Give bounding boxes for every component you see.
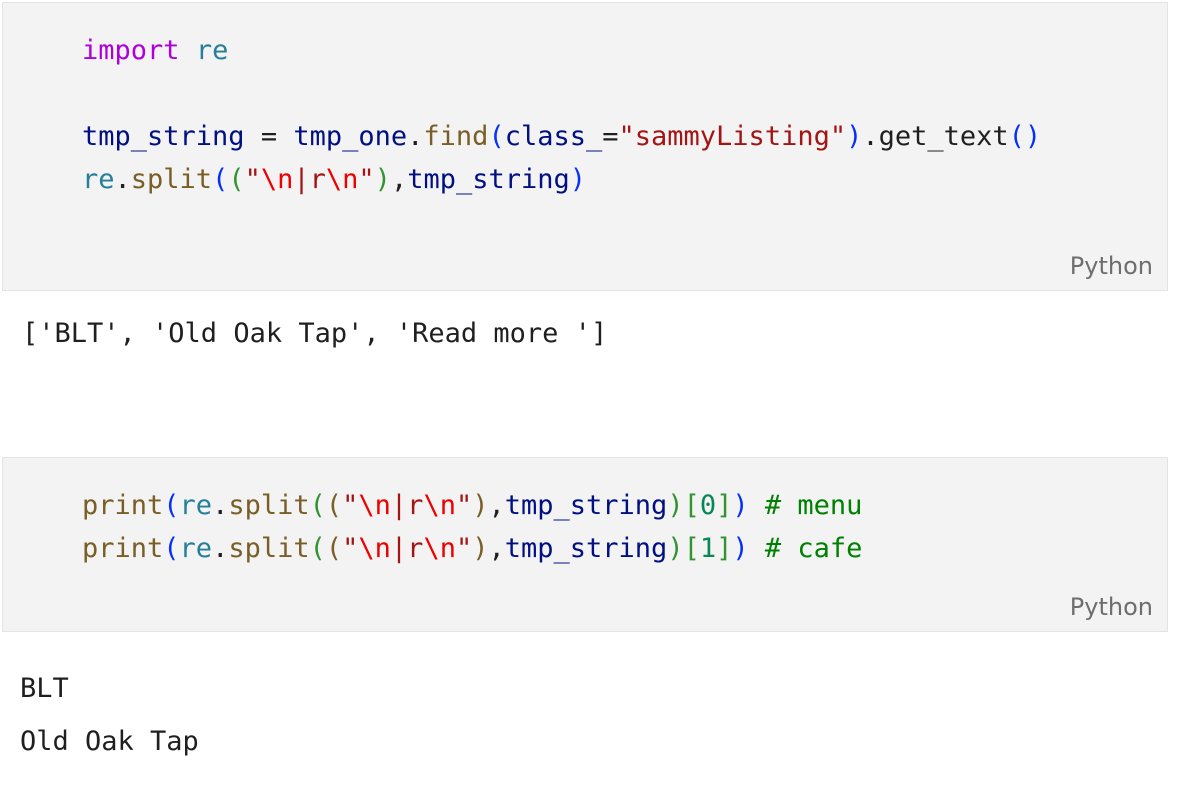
code-token: ( — [228, 164, 245, 195]
code-token: tmp_string — [82, 121, 245, 152]
code-line: tmp_string = tmp_one.find(class_="sammyL… — [82, 115, 1041, 158]
code-token: ( — [325, 533, 343, 564]
code-token: ( — [488, 121, 505, 152]
code-token: tmp_one — [293, 121, 408, 152]
code-token: () — [1008, 121, 1042, 152]
code-token: 1 — [699, 533, 717, 564]
code-token: ( — [309, 490, 326, 521]
code-token: \n — [358, 490, 391, 521]
code-token: , — [390, 164, 408, 195]
code-token: \n — [325, 164, 359, 195]
code-token: ) — [732, 490, 749, 521]
code-token: . — [862, 121, 879, 152]
code-token: ) — [846, 121, 863, 152]
code-token: " — [244, 164, 261, 195]
output-line: ['BLT', 'Old Oak Tap', 'Read more '] — [22, 318, 608, 349]
code-token: , — [488, 533, 505, 564]
code-token: re — [179, 490, 213, 521]
code-token: find — [423, 121, 489, 152]
code-token: ) — [569, 164, 587, 195]
code-token: # cafe — [764, 533, 863, 564]
code-token: [ — [683, 533, 700, 564]
code-token: tmp_string — [504, 533, 668, 564]
code-token: , — [488, 490, 505, 521]
code-line: re.split(("\n|r\n"),tmp_string) — [82, 158, 1041, 201]
code-token: ( — [212, 164, 229, 195]
code-token: re — [195, 35, 229, 66]
code-token: = — [244, 121, 294, 152]
code-token: = — [602, 121, 619, 152]
code-token: " — [455, 490, 473, 521]
code-token: import — [82, 35, 180, 66]
code-token: split — [228, 490, 310, 521]
code-token: . — [212, 490, 229, 521]
code-token: |r — [390, 533, 424, 564]
code-line: print(re.split(("\n|r\n"),tmp_string)[1]… — [82, 527, 862, 570]
cell-output: ['BLT', 'Old Oak Tap', 'Read more '] — [22, 318, 607, 349]
code-token: tmp_string — [504, 490, 668, 521]
code-token: ) — [667, 533, 684, 564]
code-token: ( — [163, 533, 180, 564]
code-token: ( — [309, 533, 326, 564]
language-label[interactable]: Python — [1070, 252, 1153, 280]
code-token: "sammyListing" — [618, 121, 847, 152]
code-token: split — [130, 164, 213, 195]
code-token: ( — [163, 490, 180, 521]
code-token: tmp_string — [407, 164, 570, 195]
code-line: import re — [82, 29, 1041, 72]
output-line: BLT — [20, 673, 69, 704]
code-editor[interactable]: import re tmp_string = tmp_one.find(clas… — [82, 29, 1041, 201]
code-token: class_ — [504, 121, 603, 152]
code-token: print — [82, 533, 164, 564]
code-token: . — [212, 533, 229, 564]
code-token: re — [82, 164, 115, 195]
code-token: \n — [260, 164, 294, 195]
code-token: ] — [716, 533, 733, 564]
cell-output: BLT Old Oak Tap — [20, 662, 199, 768]
code-token: print — [82, 490, 164, 521]
code-token: . — [114, 164, 131, 195]
code-token: ) — [472, 533, 489, 564]
code-token: # menu — [764, 490, 863, 521]
code-line: print(re.split(("\n|r\n"),tmp_string)[0]… — [82, 484, 862, 527]
code-token: re — [179, 533, 213, 564]
code-token: " — [455, 533, 473, 564]
code-token: ) — [472, 490, 489, 521]
code-token: \n — [358, 533, 391, 564]
language-label[interactable]: Python — [1070, 593, 1153, 621]
code-token: ) — [374, 164, 391, 195]
code-token: ( — [325, 490, 343, 521]
code-token: ] — [716, 490, 733, 521]
code-token: \n — [423, 490, 456, 521]
code-token: |r — [293, 164, 326, 195]
code-token: split — [228, 533, 310, 564]
code-token: ) — [667, 490, 684, 521]
output-line: Old Oak Tap — [20, 726, 199, 757]
code-editor[interactable]: print(re.split(("\n|r\n"),tmp_string)[0]… — [82, 484, 862, 570]
code-token: \n — [423, 533, 456, 564]
code-token: [ — [683, 490, 700, 521]
code-token: 0 — [699, 490, 717, 521]
code-token: " — [342, 490, 359, 521]
code-token: " — [358, 164, 375, 195]
code-token: get_text — [878, 121, 1009, 152]
code-token: |r — [390, 490, 424, 521]
code-token: ) — [732, 533, 749, 564]
code-token: . — [407, 121, 424, 152]
code-token: " — [342, 533, 359, 564]
